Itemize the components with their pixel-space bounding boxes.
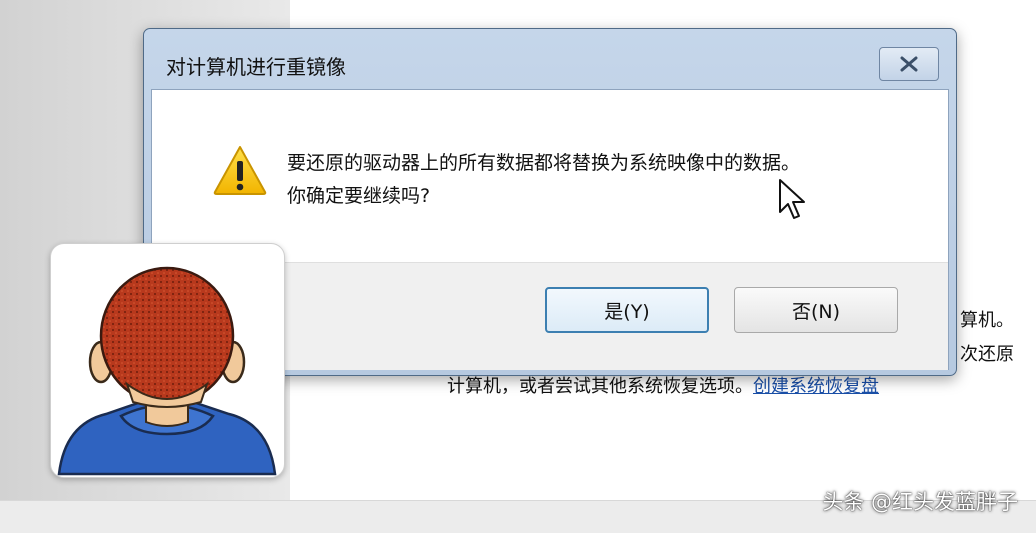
background-text-fragment: 算机。 bbox=[960, 310, 1014, 331]
message-line-1: 要还原的驱动器上的所有数据都将替换为系统映像中的数据。 bbox=[287, 152, 801, 174]
yes-button[interactable]: 是(Y) bbox=[545, 287, 709, 333]
mouse-pointer-icon bbox=[779, 179, 805, 219]
background-description: 计算机，或者尝试其他系统恢复选项。 bbox=[447, 376, 753, 397]
dialog-title: 对计算机进行重镜像 bbox=[166, 55, 346, 79]
author-avatar bbox=[50, 243, 285, 478]
watermark-text: 头条 @红头发蓝胖子 bbox=[822, 490, 1018, 514]
close-icon bbox=[900, 56, 918, 72]
warning-icon bbox=[213, 146, 267, 195]
background-text-fragment: 次还原 bbox=[960, 344, 1014, 365]
create-recovery-disc-link[interactable]: 创建系统恢复盘 bbox=[753, 376, 879, 397]
no-button[interactable]: 否(N) bbox=[734, 287, 898, 333]
close-button[interactable] bbox=[879, 47, 939, 81]
person-back-of-head-illustration bbox=[57, 266, 277, 476]
message-line-2: 你确定要继续吗? bbox=[287, 185, 431, 207]
message-area: 要还原的驱动器上的所有数据都将替换为系统映像中的数据。 你确定要继续吗? bbox=[152, 90, 948, 262]
